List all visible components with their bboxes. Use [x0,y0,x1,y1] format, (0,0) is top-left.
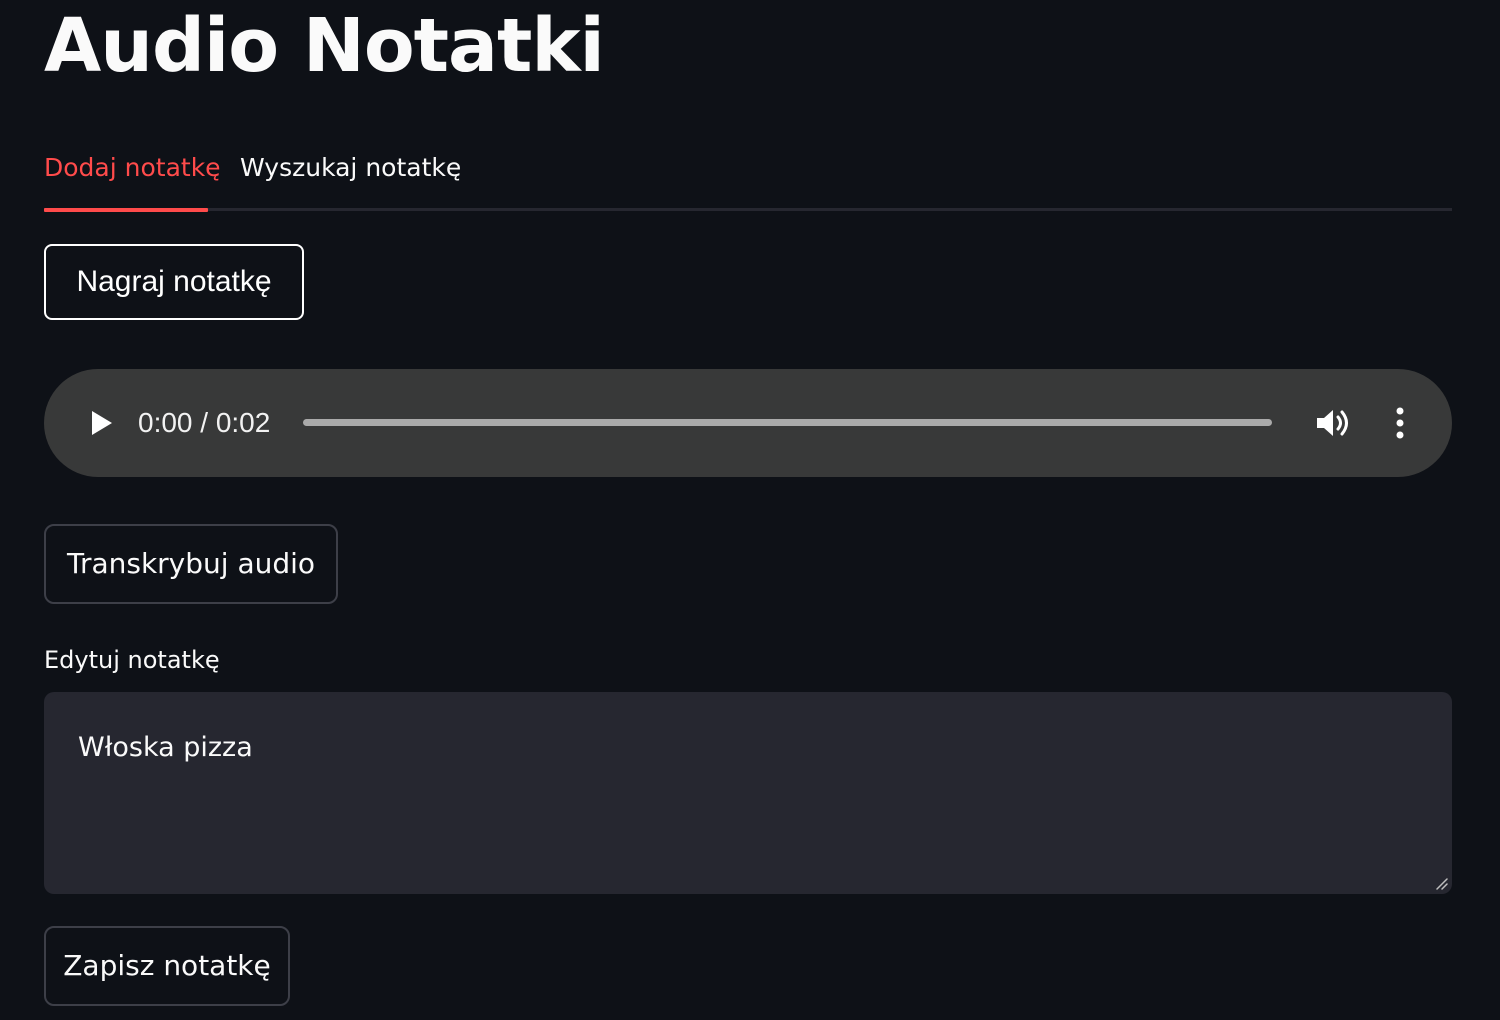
tab-bar: Dodaj notatkę Wyszukaj notatkę [44,140,1452,212]
resize-grip-icon[interactable] [1434,876,1448,890]
audio-time-display: 0:00 / 0:02 [138,407,271,438]
tab-add-note[interactable]: Dodaj notatkę [44,140,221,212]
play-icon[interactable] [90,410,114,436]
tab-search-note[interactable]: Wyszukaj notatkę [240,140,461,212]
record-note-button[interactable]: Nagraj notatkę [44,244,304,320]
app-page: Audio Notatki Dodaj notatkę Wyszukaj not… [0,0,1500,1020]
more-options-icon[interactable] [1387,407,1413,439]
transcribe-audio-button[interactable]: Transkrybuj audio [44,524,338,604]
page-title: Audio Notatki [44,3,605,89]
edit-note-label: Edytuj notatkę [44,646,220,674]
note-textarea[interactable]: Włoska pizza [44,692,1452,894]
audio-player: 0:00 / 0:02 [44,369,1452,477]
save-note-button[interactable]: Zapisz notatkę [44,926,290,1006]
volume-icon[interactable] [1316,407,1352,439]
active-tab-indicator [44,208,208,212]
audio-progress-slider[interactable] [303,419,1272,426]
